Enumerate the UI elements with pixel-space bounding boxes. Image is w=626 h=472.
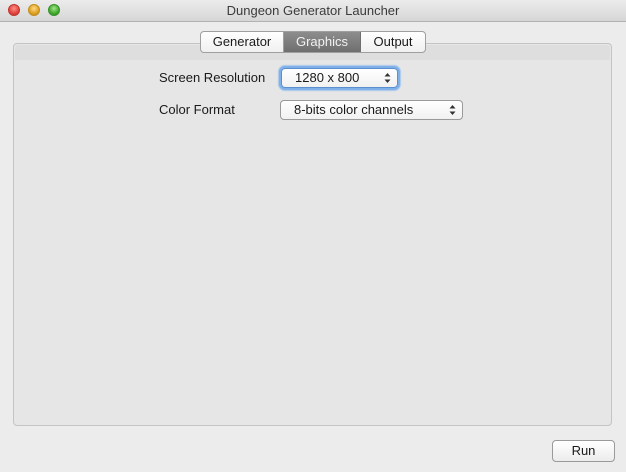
screen-resolution-value: 1280 x 800 xyxy=(295,70,360,85)
color-format-value: 8-bits color channels xyxy=(294,102,414,117)
tab-graphics[interactable]: Graphics xyxy=(284,32,361,52)
tab-bar: Generator Graphics Output xyxy=(200,31,426,53)
color-format-select[interactable]: 8-bits color channels xyxy=(280,100,463,120)
color-format-label: Color Format xyxy=(159,102,235,117)
popup-arrows-icon xyxy=(449,105,456,115)
tab-output[interactable]: Output xyxy=(361,32,425,52)
screen-resolution-select[interactable]: 1280 x 800 xyxy=(281,68,398,88)
title-bar: Dungeon Generator Launcher xyxy=(0,0,626,22)
tab-generator[interactable]: Generator xyxy=(201,32,284,52)
launcher-window: Dungeon Generator Launcher Generator Gra… xyxy=(0,0,626,472)
screen-resolution-label: Screen Resolution xyxy=(159,70,266,85)
window-title: Dungeon Generator Launcher xyxy=(226,3,400,18)
popup-arrows-icon xyxy=(384,73,391,83)
run-button[interactable]: Run xyxy=(552,440,615,462)
